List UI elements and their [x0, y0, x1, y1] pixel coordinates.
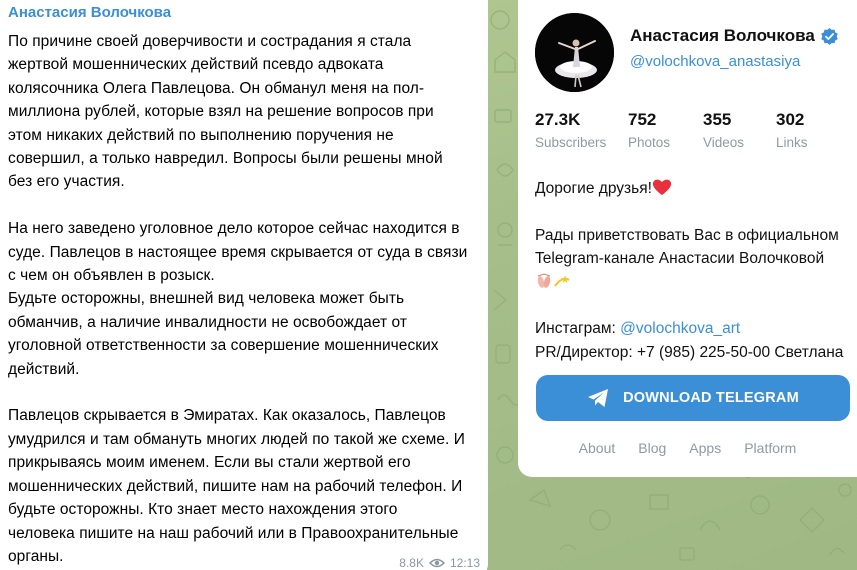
message-line: совершил, а только навредил. Вопросы был…: [8, 150, 443, 168]
message-line: Павлецов скрывается в Эмиратах. Как оказ…: [8, 407, 446, 425]
message-meta: 8.8K 12:13: [399, 556, 480, 570]
message-line: На него заведено уголовное дело которое …: [8, 220, 460, 238]
channel-name-row: Анастасия Волочкова: [630, 26, 839, 46]
instagram-label: Инстаграм:: [535, 320, 616, 337]
pr-contact: PR/Директор: +7 (985) 225-50-00 Светлана: [535, 343, 844, 361]
dizzy-star-icon: [554, 274, 570, 287]
message-bubble: Анастасия Волочкова По причине своей дов…: [0, 0, 488, 570]
channel-stats: 27.3K Subscribers 752 Photos 355 Videos …: [535, 110, 857, 150]
message-line: умудрился и там обмануть многих людей по…: [8, 430, 465, 448]
message-line: жертвой мошеннических действий псевдо ад…: [8, 56, 384, 74]
download-button-label: DOWNLOAD TELEGRAM: [623, 390, 799, 406]
stat-links[interactable]: 302 Links: [776, 110, 836, 150]
channel-description: Дорогие друзья! Рады приветствовать Вас …: [535, 177, 851, 364]
channel-header: Анастасия Волочкова @volochkova_anastasi…: [535, 0, 857, 100]
stat-label: Videos: [703, 135, 745, 150]
message-author[interactable]: Анастасия Волочкова: [8, 4, 480, 30]
stat-label: Links: [776, 135, 808, 150]
message-line: с чем он объявлен в розыск.: [8, 267, 215, 285]
channel-avatar[interactable]: [535, 12, 614, 92]
footer-link-apps[interactable]: Apps: [689, 440, 721, 456]
instagram-line: Инстаграм: @volochkova_art: [535, 317, 851, 341]
stat-value: 355: [703, 110, 732, 129]
view-count: 8.8K: [399, 556, 424, 570]
message-line: человека пишите на наш рабочий или в Пра…: [8, 524, 459, 542]
message-text: По причине своей доверчивости и сострада…: [8, 30, 484, 568]
message-line: Будьте осторожны, внешней вид человека м…: [8, 290, 405, 308]
stat-videos[interactable]: 355 Videos: [703, 110, 776, 150]
eye-icon: [428, 558, 445, 568]
channel-card: Анастасия Волочкова @volochkova_anastasi…: [518, 0, 857, 477]
message-line: действий.: [8, 360, 80, 378]
channel-name: Анастасия Волочкова: [630, 26, 815, 45]
footer-links: About Blog Apps Platform: [518, 440, 857, 456]
stat-subscribers: 27.3K Subscribers: [535, 110, 628, 150]
greeting-line: Дорогие друзья!: [535, 177, 851, 201]
message-line: уголовной ответственности за совершение …: [8, 337, 439, 355]
stat-value: 752: [628, 110, 657, 129]
channel-handle[interactable]: @volochkova_anastasiya: [630, 53, 839, 70]
message-line: этом никаких действий по выполнению пору…: [8, 126, 394, 144]
stat-photos[interactable]: 752 Photos: [628, 110, 703, 150]
footer-link-blog[interactable]: Blog: [638, 440, 666, 456]
stat-value: 302: [776, 110, 805, 129]
ballerina-image: [535, 12, 614, 92]
message-time: 12:13: [449, 556, 480, 570]
footer-link-about[interactable]: About: [579, 440, 616, 456]
message-line: мошеннических действий, пишите нам на ра…: [8, 477, 463, 495]
instagram-link[interactable]: @volochkova_art: [620, 320, 740, 337]
stat-label: Photos: [628, 135, 671, 150]
telegram-send-icon: [588, 389, 609, 407]
verified-icon: [821, 27, 838, 45]
message-line: миллиона рублей, которые взял на решение…: [8, 103, 434, 121]
ballet-shoes-icon: [537, 272, 551, 288]
download-telegram-button[interactable]: DOWNLOAD TELEGRAM: [536, 375, 850, 421]
welcome-line: Рады приветствовать Вас в официальном Te…: [535, 224, 851, 295]
greeting-text: Дорогие друзья!: [535, 180, 652, 197]
message-line: прикрываясь моим именем. Если вы стали ж…: [8, 454, 411, 472]
message-line: колясочника Олега Павлецова. Он обманул …: [8, 79, 425, 97]
stat-value: 27.3K: [535, 110, 581, 129]
message-line: По причине своей доверчивости и сострада…: [8, 33, 412, 50]
message-line: без его участия.: [8, 173, 125, 191]
stat-label: Subscribers: [535, 135, 607, 150]
message-line: будьте осторожны. Кто знает место нахожд…: [8, 501, 398, 519]
message-line: суде. Павлецов в настоящее время скрывае…: [8, 243, 468, 261]
footer-link-platform[interactable]: Platform: [744, 440, 796, 456]
channel-info: Анастасия Волочкова @volochkova_anastasi…: [630, 26, 839, 70]
heart-icon: [652, 179, 672, 195]
message-line: обманчив, а наличие инвалидности не осво…: [8, 313, 407, 331]
welcome-text: Рады приветствовать Вас в официальном Te…: [535, 226, 839, 268]
